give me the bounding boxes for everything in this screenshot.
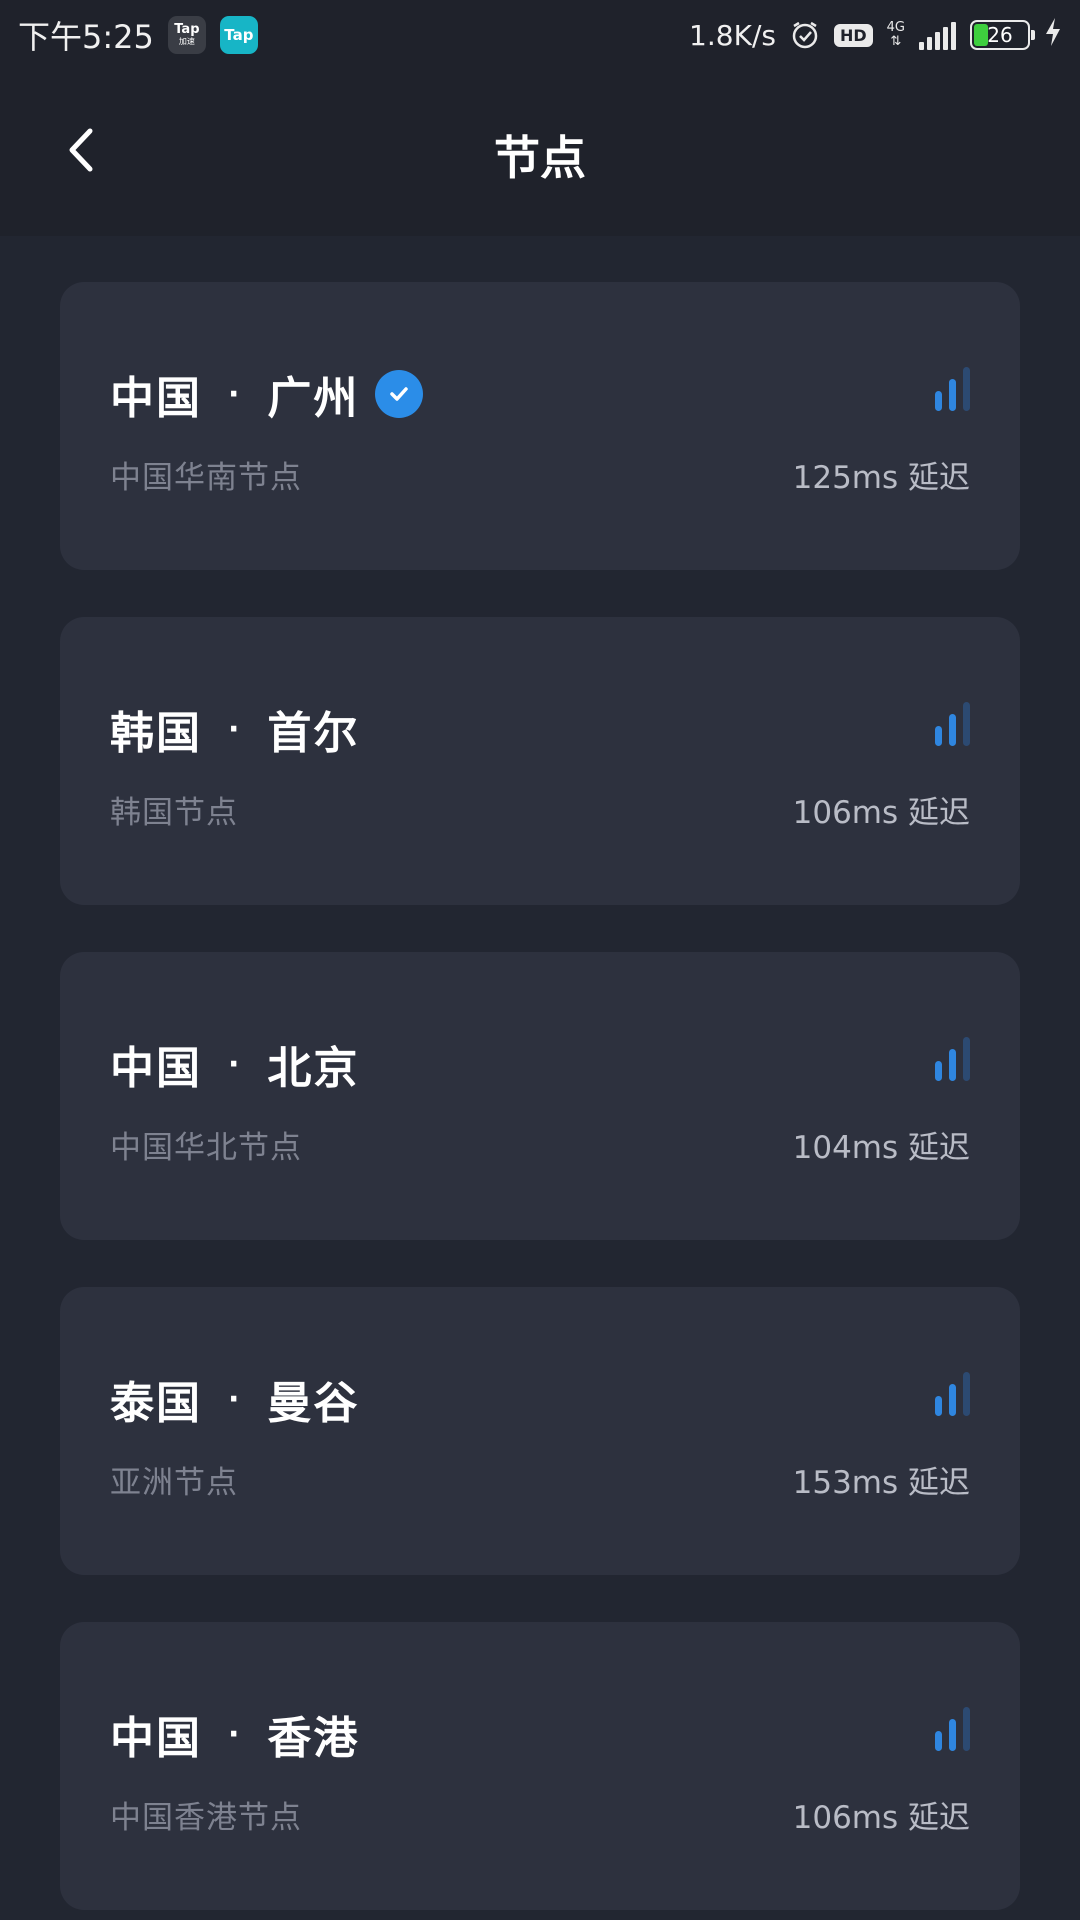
net-speed: 1.8K/s bbox=[689, 18, 776, 52]
signal-bar bbox=[963, 702, 970, 746]
battery-level-fill bbox=[974, 24, 988, 46]
tap-app-icon: Tap bbox=[219, 16, 258, 54]
node-country: 韩国 bbox=[110, 708, 202, 759]
signal-strength-icon bbox=[935, 1037, 970, 1081]
node-country: 中国 bbox=[110, 1713, 202, 1764]
node-city: 广州 bbox=[267, 373, 360, 424]
page-header: 节点 bbox=[0, 70, 1080, 236]
signal-bar bbox=[935, 391, 942, 411]
signal-bar bbox=[935, 1731, 942, 1751]
battery-icon: 26 bbox=[970, 20, 1035, 50]
node-separator: · bbox=[228, 376, 242, 412]
node-card[interactable]: 韩国 · 首尔 韩国节点 106ms 延迟 bbox=[60, 617, 1020, 905]
signal-bar bbox=[963, 1372, 970, 1416]
node-card[interactable]: 泰国 · 曼谷 亚洲节点 153ms 延迟 bbox=[60, 1287, 1020, 1575]
signal-strength-icon bbox=[935, 1707, 970, 1751]
node-latency: 104ms 延迟 bbox=[792, 1130, 970, 1166]
node-country: 中国 bbox=[110, 373, 202, 424]
tap-accelerator-sublabel: 加速 bbox=[178, 36, 195, 46]
signal-strength-icon bbox=[935, 367, 970, 411]
node-list: 中国 · 广州 中国华南节点 125ms 延迟 韩国 · 首尔 韩国节点 106ms 延迟 中国 · 北… bbox=[60, 282, 1020, 1910]
node-latency: 125ms 延迟 bbox=[792, 460, 970, 496]
network-type-icon: 4G ⇅ bbox=[886, 19, 905, 50]
node-separator: · bbox=[228, 1716, 242, 1752]
node-title: 中国 · 香港 bbox=[110, 1702, 359, 1766]
node-latency: 153ms 延迟 bbox=[792, 1465, 970, 1501]
status-time: 下午5:25 bbox=[18, 18, 154, 56]
network-type-label: 4G bbox=[886, 19, 905, 35]
node-city: 首尔 bbox=[267, 708, 360, 759]
page-title: 节点 bbox=[494, 131, 586, 185]
signal-bar bbox=[949, 379, 956, 411]
node-country: 泰国 bbox=[110, 1378, 202, 1429]
node-description: 中国华南节点 bbox=[110, 460, 302, 496]
tap-accelerator-label: Tap bbox=[174, 22, 200, 38]
signal-bar bbox=[935, 1061, 942, 1081]
node-title: 泰国 · 曼谷 bbox=[110, 1367, 359, 1431]
alarm-icon bbox=[790, 20, 820, 50]
node-title: 韩国 · 首尔 bbox=[110, 697, 359, 761]
node-separator: · bbox=[228, 1046, 242, 1082]
cell-signal-icon bbox=[919, 20, 956, 50]
status-bar: 下午5:25 Tap 加速 Tap 1.8K/s HD 4G ⇅ 26 bbox=[0, 0, 1080, 70]
hd-icon: HD bbox=[833, 23, 873, 47]
battery-level: 26 bbox=[987, 23, 1013, 47]
status-bar-right: 1.8K/s HD 4G ⇅ 26 bbox=[689, 17, 1062, 54]
node-description: 中国香港节点 bbox=[110, 1800, 302, 1836]
node-city: 香港 bbox=[267, 1713, 360, 1764]
node-card[interactable]: 中国 · 北京中国华北节点 104ms 延迟 bbox=[60, 952, 1020, 1240]
signal-bar bbox=[949, 1719, 956, 1751]
signal-bar bbox=[963, 1707, 970, 1751]
signal-bar bbox=[935, 1396, 942, 1416]
tap-app-label: Tap bbox=[224, 25, 254, 44]
status-bar-left: 下午5:25 Tap 加速 Tap bbox=[18, 12, 258, 58]
node-separator: · bbox=[228, 711, 242, 747]
node-city: 曼谷 bbox=[267, 1378, 360, 1429]
node-description: 亚洲节点 bbox=[110, 1465, 238, 1501]
node-latency: 106ms 延迟 bbox=[792, 795, 970, 831]
selected-check-icon bbox=[375, 370, 424, 418]
node-description: 韩国节点 bbox=[110, 795, 238, 831]
signal-bar bbox=[935, 726, 942, 746]
signal-bar bbox=[949, 1049, 956, 1081]
signal-bar bbox=[949, 1384, 956, 1416]
node-country: 中国 bbox=[110, 1043, 202, 1094]
node-card[interactable]: 中国 · 广州中国华南节点 125ms 延迟 bbox=[60, 282, 1020, 570]
signal-bar bbox=[949, 714, 956, 746]
node-separator: · bbox=[228, 1381, 242, 1417]
node-card[interactable]: 中国 · 香港中国香港节点 106ms 延迟 bbox=[60, 1622, 1020, 1910]
signal-bar bbox=[963, 1037, 970, 1081]
node-latency: 106ms 延迟 bbox=[792, 1800, 970, 1836]
data-arrows-icon: ⇅ bbox=[890, 34, 902, 49]
tap-accelerator-app-icon: Tap 加速 bbox=[167, 16, 206, 54]
node-city: 北京 bbox=[267, 1043, 360, 1094]
node-description: 中国华北节点 bbox=[110, 1130, 302, 1166]
signal-bar bbox=[963, 367, 970, 411]
node-title: 中国 · 广州 bbox=[110, 362, 424, 426]
signal-strength-icon bbox=[935, 1372, 970, 1416]
signal-strength-icon bbox=[935, 702, 970, 746]
charging-icon bbox=[1044, 17, 1062, 54]
node-title: 中国 · 北京 bbox=[110, 1032, 359, 1096]
